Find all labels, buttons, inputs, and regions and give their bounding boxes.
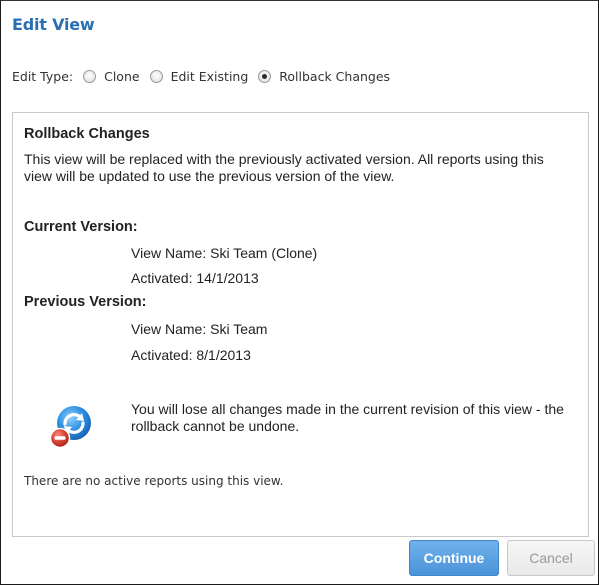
edit-view-dialog: Edit View Edit Type: Clone Edit Existing… xyxy=(0,0,599,585)
continue-button[interactable]: Continue xyxy=(409,540,499,576)
radio-button-clone[interactable] xyxy=(83,69,97,83)
previous-activated-date: Activated: 8/1/2013 xyxy=(131,347,251,363)
current-version-heading: Current Version: xyxy=(24,219,138,235)
radio-option-edit-existing[interactable]: Edit Existing xyxy=(149,68,249,84)
radio-label-edit-existing: Edit Existing xyxy=(170,68,249,84)
rollback-warning-text: You will lose all changes made in the cu… xyxy=(131,401,564,434)
current-view-name: View Name: Ski Team (Clone) xyxy=(131,245,318,261)
current-activated-date: Activated: 14/1/2013 xyxy=(131,270,259,286)
active-reports-note: There are no active reports using this v… xyxy=(24,474,284,488)
radio-label-clone: Clone xyxy=(104,68,140,84)
rollback-panel: Rollback Changes This view will be repla… xyxy=(12,112,589,537)
previous-version-heading: Previous Version: xyxy=(24,294,147,310)
radio-label-rollback-changes: Rollback Changes xyxy=(279,68,391,84)
rollback-panel-title: Rollback Changes xyxy=(24,126,150,142)
edit-type-label: Edit Type: xyxy=(12,68,74,84)
edit-type-group: Edit Type: Clone Edit Existing Rollback … xyxy=(12,67,400,85)
rollback-description: This view will be replaced with the prev… xyxy=(24,151,544,184)
radio-option-rollback-changes[interactable]: Rollback Changes xyxy=(258,69,390,84)
rollback-warning-icon xyxy=(49,406,91,449)
cancel-button[interactable]: Cancel xyxy=(507,540,595,576)
dialog-title: Edit View xyxy=(12,15,95,34)
radio-button-rollback-changes[interactable] xyxy=(258,69,272,83)
radio-button-edit-existing[interactable] xyxy=(149,69,163,83)
radio-option-clone[interactable]: Clone xyxy=(83,68,140,84)
previous-view-name: View Name: Ski Team xyxy=(131,321,268,337)
